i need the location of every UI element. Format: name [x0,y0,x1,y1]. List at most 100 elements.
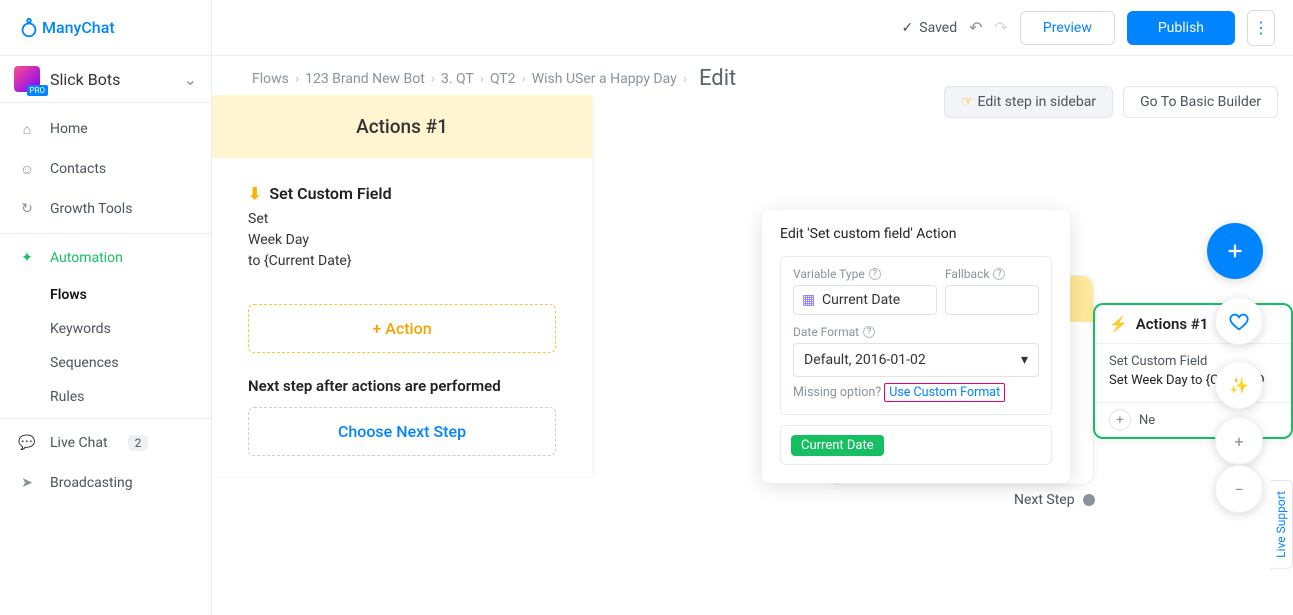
crumb-flow-name[interactable]: Wish USer a Happy Day [532,71,677,87]
date-format-value: Default, 2016-01-02 [804,352,926,368]
crumb-edit: Edit [699,66,736,91]
magic-fab[interactable]: ✨ [1215,361,1263,409]
sidebar: ManyChat Slick Bots ⌄ ⌂ Home ☺ Contacts ↻ G… [0,0,212,615]
flow-canvas[interactable]: Actions #1 ⬇ Set Custom Field Set Week Da… [212,95,1293,615]
undo-button[interactable]: ↶ [969,18,982,37]
nav-rules[interactable]: Rules [50,380,211,414]
action-card[interactable]: ⬇ Set Custom Field Set Week Day to {Curre… [248,184,556,272]
help-icon[interactable]: ? [993,268,1005,280]
account-avatar [14,66,40,92]
growth-icon: ↻ [18,200,36,218]
wand-icon: ✨ [1229,376,1249,395]
variable-type-label: Variable Type? [793,267,937,281]
nav-growth[interactable]: ↻ Growth Tools [0,189,211,229]
nav-label: Live Chat [50,435,108,451]
next-step-label: Next Step [1014,492,1075,508]
popup-title: Edit 'Set custom field' Action [780,226,1052,242]
redo-button[interactable]: ↷ [995,18,1008,37]
plus-icon: + [1109,409,1131,431]
brand-name: ManyChat [42,18,115,37]
add-node-fab[interactable] [1207,223,1263,279]
edit-action-popup: Edit 'Set custom field' Action Variable … [762,210,1070,483]
bolt-icon: ⚡ [1109,315,1128,333]
action-summary: Set Week Day to {Current Date} [248,209,556,272]
nav-label: Home [50,121,88,137]
calendar-icon: ▦ [802,292,816,308]
action-title: Set Custom Field [269,184,391,203]
zoom-in-fab[interactable]: + [1215,417,1263,465]
variable-type-input[interactable]: ▦ Current Date [793,285,937,315]
node-add-step[interactable]: + Ne [1095,402,1291,437]
brand-logo[interactable]: ManyChat [0,0,211,55]
point-icon: ☞ [961,94,974,110]
nav-automation[interactable]: ✦ Automation [0,238,211,278]
node-title: Actions #1 [1136,315,1209,333]
zoom-out-fab[interactable]: − [1215,465,1263,513]
edit-step-label: Edit step in sidebar [978,94,1097,110]
saved-label: Saved [919,20,957,36]
home-icon: ⌂ [18,120,36,138]
download-icon: ⬇ [248,184,261,203]
plus-icon [1224,240,1246,262]
fallback-input[interactable] [945,285,1039,315]
crumb-qt[interactable]: 3. QT [441,71,474,87]
date-format-label: Date Format? [793,325,1039,339]
minus-icon: − [1234,480,1243,499]
preview-button[interactable]: Preview [1020,11,1115,45]
fallback-label: Fallback? [945,267,1039,281]
crumb-qt2[interactable]: QT2 [490,71,516,87]
nav-flows[interactable]: Flows [50,278,211,312]
help-icon[interactable]: ? [869,268,881,280]
heart-icon [1228,310,1250,332]
chat-icon: 💬 [18,434,36,452]
account-switcher[interactable]: Slick Bots ⌄ [0,55,211,103]
next-step-heading: Next step after actions are performed [212,377,592,395]
topbar: ✓Saved ↶ ↷ Preview Publish ⋮ [212,0,1293,56]
canvas-toolbar: ☞Edit step in sidebar Go To Basic Builde… [944,86,1278,118]
manychat-icon [18,17,40,39]
current-date-pill[interactable]: Current Date [791,435,884,456]
nav-label: Automation [50,250,123,266]
value-preview-row[interactable]: Current Date [780,425,1052,465]
variable-type-value: Current Date [822,292,900,308]
nav-keywords[interactable]: Keywords [50,312,211,346]
actions-editor-panel: Actions #1 ⬇ Set Custom Field Set Week Da… [212,95,592,476]
nav-label: Broadcasting [50,475,133,491]
nav-livechat[interactable]: 💬 Live Chat 2 [0,423,211,463]
actions-node[interactable]: ⚡Actions #1 Set Custom Field Set Week Da… [1093,303,1293,439]
help-icon[interactable]: ? [863,326,875,338]
main-area: ✓Saved ↶ ↷ Preview Publish ⋮ Flows› 123 … [212,0,1293,615]
connection-port[interactable] [1083,494,1095,506]
nav-contacts[interactable]: ☺ Contacts [0,149,211,189]
nav-automation-sub: Flows Keywords Sequences Rules [0,278,211,414]
live-support-tab[interactable]: Live Support [1270,480,1293,569]
favorite-fab[interactable] [1215,297,1263,345]
crumb-flows[interactable]: Flows [252,71,289,87]
saved-indicator: ✓Saved [902,20,958,36]
automation-icon: ✦ [18,249,36,267]
nav-home[interactable]: ⌂ Home [0,109,211,149]
choose-next-step-button[interactable]: Choose Next Step [248,407,556,456]
panel-title: Actions #1 [212,95,592,158]
crumb-bot[interactable]: 123 Brand New Bot [305,71,425,87]
next-step-port[interactable]: Next Step [1014,492,1095,508]
use-custom-format-link[interactable]: Use Custom Format [884,383,1005,402]
edit-step-button[interactable]: ☞Edit step in sidebar [944,86,1113,118]
main-nav: ⌂ Home ☺ Contacts ↻ Growth Tools ✦ Automatio… [0,103,211,509]
nav-label: Contacts [50,161,106,177]
nav-sequences[interactable]: Sequences [50,346,211,380]
date-format-select[interactable]: Default, 2016-01-02 ▾ [793,343,1039,377]
caret-down-icon: ▾ [1021,352,1028,368]
basic-builder-button[interactable]: Go To Basic Builder [1123,86,1278,118]
nav-label: Growth Tools [50,201,132,217]
chevron-down-icon: ⌄ [184,70,197,89]
missing-option-row: Missing option? Use Custom Format [793,385,1039,400]
account-name: Slick Bots [50,70,120,89]
nav-broadcasting[interactable]: ➤Broadcasting [0,463,211,503]
livechat-badge: 2 [128,435,149,451]
user-icon: ☺ [18,160,36,178]
add-action-button[interactable]: + Action [248,304,556,353]
publish-button[interactable]: Publish [1127,11,1235,45]
node-foot-label: Ne [1139,413,1155,428]
more-menu-button[interactable]: ⋮ [1247,10,1275,46]
